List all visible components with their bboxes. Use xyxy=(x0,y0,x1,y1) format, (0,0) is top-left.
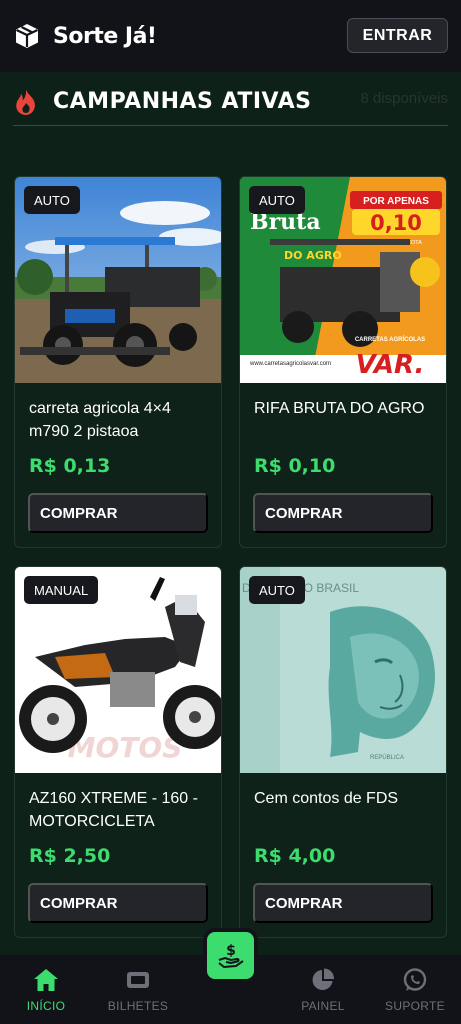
mode-badge: AUTO xyxy=(249,186,305,214)
campaign-title[interactable]: AZ160 XTREME - 160 - MOTORCICLETA xyxy=(29,787,209,833)
section-header: CAMPANHAS ATIVAS 8 disponíveis xyxy=(13,84,448,126)
promo-brand: VAR. xyxy=(356,350,425,380)
nav-home-label: INÍCIO xyxy=(26,998,66,1013)
campaign-count: 8 disponíveis xyxy=(360,90,448,107)
nav-tickets-label: BILHETES xyxy=(107,998,169,1013)
buy-tickets-fab[interactable]: $ xyxy=(207,932,254,979)
promo-brand-small: CARRETAS AGRÍCOLAS xyxy=(355,335,425,343)
campaign-card[interactable]: DE DO BRASIL REPÚBLICA AUTO Cem contos d… xyxy=(239,566,447,938)
top-bar: Sorte Já! ENTRAR xyxy=(0,0,461,72)
money-hand-icon: $ xyxy=(217,943,244,968)
mode-badge: AUTO xyxy=(24,186,80,214)
campaign-card[interactable]: MOTOS MANUAL AZ160 XTREME - 160 - MOTORC… xyxy=(14,566,222,938)
campaign-price: R$ 4,00 xyxy=(254,845,336,867)
campaign-image[interactable]: AUTO xyxy=(15,177,221,383)
section-title: CAMPANHAS ATIVAS xyxy=(53,89,312,114)
mode-badge: MANUAL xyxy=(24,576,99,604)
ticket-icon xyxy=(127,971,149,988)
buy-button[interactable]: COMPRAR xyxy=(28,883,208,923)
campaign-image[interactable]: POR APENAS 0,10 * VALOR POR COTA Bruta D… xyxy=(240,177,446,383)
buy-button[interactable]: COMPRAR xyxy=(28,493,208,533)
login-button[interactable]: ENTRAR xyxy=(347,18,448,53)
campaign-title[interactable]: carreta agricola 4×4 m790 2 pistaoa xyxy=(29,397,209,443)
campaign-image[interactable]: MOTOS MANUAL xyxy=(15,567,221,773)
box-icon xyxy=(16,24,38,48)
nav-support[interactable]: SUPORTE xyxy=(382,955,448,1024)
promo-site: www.carretasagricolasvar.com xyxy=(249,361,331,367)
pie-chart-icon xyxy=(312,968,335,990)
campaign-card[interactable]: POR APENAS 0,10 * VALOR POR COTA Bruta D… xyxy=(239,176,447,548)
svg-text:$: $ xyxy=(226,943,236,959)
promo-price: 0,10 xyxy=(370,211,422,235)
image-watermark: MOTOS xyxy=(68,731,183,764)
nav-home[interactable]: INÍCIO xyxy=(18,955,74,1024)
campaign-title[interactable]: Cem contos de FDS xyxy=(254,787,434,810)
nav-panel-label: PAINEL xyxy=(301,998,345,1013)
buy-button[interactable]: COMPRAR xyxy=(253,883,433,923)
campaign-image[interactable]: DE DO BRASIL REPÚBLICA AUTO xyxy=(240,567,446,773)
mode-badge: AUTO xyxy=(249,576,305,604)
campaign-price: R$ 0,10 xyxy=(254,455,336,477)
app-title: Sorte Já! xyxy=(53,23,157,49)
campaign-title[interactable]: RIFA BRUTA DO AGRO xyxy=(254,397,434,420)
nav-support-label: SUPORTE xyxy=(385,998,445,1013)
promo-label: POR APENAS xyxy=(363,196,429,207)
nav-panel[interactable]: PAINEL xyxy=(294,955,352,1024)
campaign-price: R$ 2,50 xyxy=(29,845,111,867)
campaign-price: R$ 0,13 xyxy=(29,455,111,477)
buy-button[interactable]: COMPRAR xyxy=(253,493,433,533)
fire-icon xyxy=(16,88,35,115)
whatsapp-icon xyxy=(403,967,427,991)
promo-do-agro: DO AGRO xyxy=(284,249,342,262)
home-icon xyxy=(34,968,58,991)
campaign-card[interactable]: AUTO carreta agricola 4×4 m790 2 pistaoa… xyxy=(14,176,222,548)
note-small-text: REPÚBLICA xyxy=(370,754,404,761)
nav-tickets[interactable]: BILHETES xyxy=(104,955,172,1024)
